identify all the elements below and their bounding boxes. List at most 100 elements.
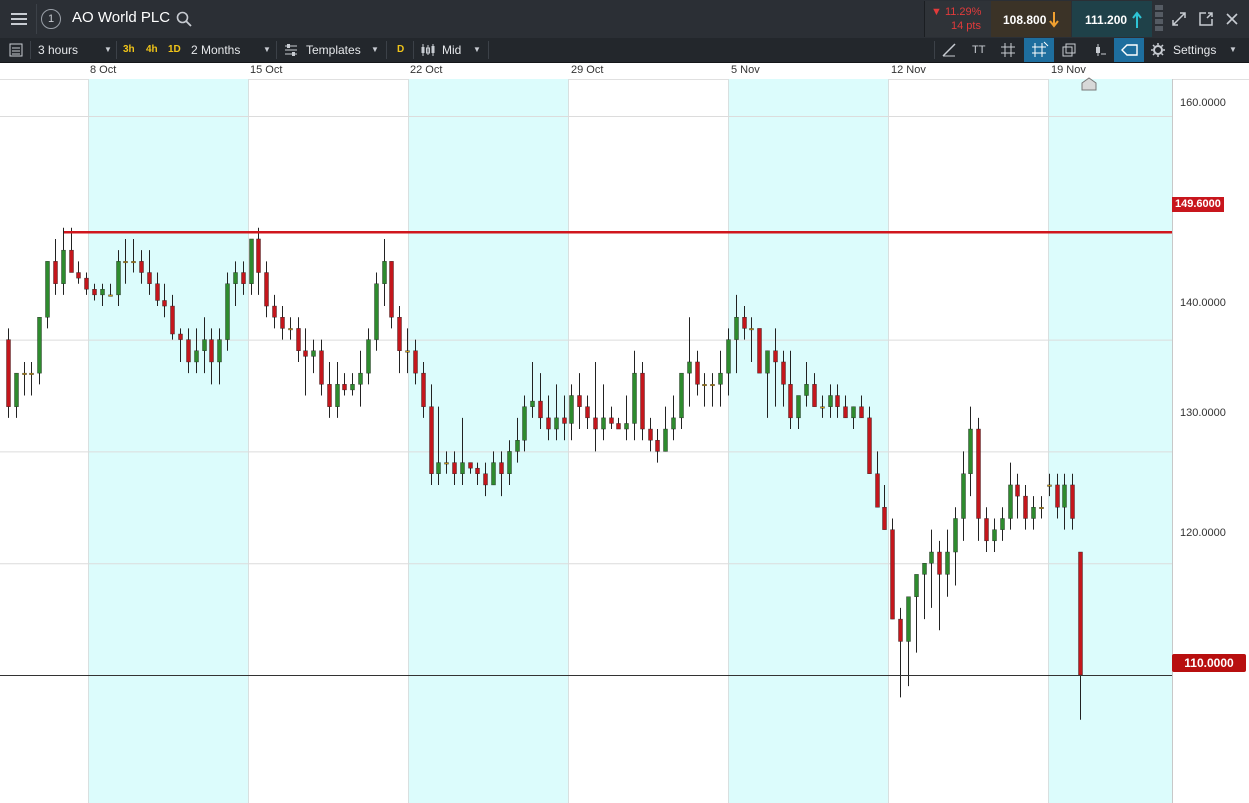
candle-body bbox=[452, 462, 457, 474]
date-label: 5 Nov bbox=[731, 64, 760, 76]
price-axis-label: 130.0000 bbox=[1180, 407, 1226, 419]
crosshair-grid-icon[interactable] bbox=[1024, 38, 1054, 62]
candle-body bbox=[522, 406, 527, 441]
current-price-tag: 110.0000 bbox=[1172, 654, 1246, 672]
candle-body bbox=[890, 529, 895, 620]
candle-body bbox=[92, 289, 97, 296]
candle-body bbox=[726, 339, 731, 374]
candle-body bbox=[100, 289, 105, 296]
divider bbox=[934, 41, 935, 59]
candle-body bbox=[609, 417, 614, 424]
d-button[interactable]: D bbox=[397, 38, 404, 62]
candle-body bbox=[773, 350, 778, 363]
candle-body bbox=[937, 551, 942, 575]
candle-body bbox=[389, 261, 394, 318]
candle-body bbox=[835, 395, 840, 407]
menu-icon[interactable] bbox=[8, 8, 30, 30]
candle-body bbox=[828, 395, 833, 407]
candle-body bbox=[69, 249, 74, 273]
depth-bars-icon[interactable] bbox=[1154, 3, 1164, 35]
candle-body bbox=[280, 317, 285, 329]
candle-body bbox=[335, 384, 340, 407]
candle-body bbox=[624, 423, 629, 430]
candle-body bbox=[475, 467, 480, 474]
candle-body bbox=[601, 417, 606, 430]
candle-body bbox=[249, 238, 254, 284]
candle-body bbox=[460, 462, 465, 474]
price-chart[interactable] bbox=[0, 79, 1249, 803]
date-label: 15 Oct bbox=[250, 64, 283, 76]
candle-body bbox=[296, 328, 301, 351]
price-type-select[interactable]: Mid bbox=[442, 38, 461, 62]
expand-icon[interactable] bbox=[1171, 11, 1187, 32]
change-percent: ▼ 11.29% bbox=[931, 6, 982, 18]
candle-body bbox=[765, 350, 770, 374]
text-tool-button[interactable]: TT bbox=[972, 38, 985, 62]
candle-body bbox=[992, 529, 997, 542]
scroll-marker-icon[interactable] bbox=[1081, 77, 1097, 96]
interval-select[interactable]: 3 hours bbox=[38, 38, 78, 62]
candle-body bbox=[718, 372, 723, 385]
quick-3h-button[interactable]: 3h bbox=[123, 38, 135, 62]
candle-body bbox=[812, 384, 817, 407]
list-icon[interactable] bbox=[9, 43, 23, 62]
gear-icon[interactable] bbox=[1151, 43, 1165, 62]
candle-body bbox=[914, 574, 919, 597]
candle-body bbox=[155, 283, 160, 301]
candle-body bbox=[710, 384, 715, 387]
top-bar: 1 AO World PLC ▼ 11.29% 14 pts 108.800 1… bbox=[0, 0, 1249, 39]
candle-body bbox=[663, 428, 668, 452]
quick-4h-button[interactable]: 4h bbox=[146, 38, 158, 62]
candle-body bbox=[961, 473, 966, 519]
candle-body bbox=[820, 406, 825, 409]
templates-icon bbox=[284, 43, 298, 62]
close-icon[interactable] bbox=[1225, 12, 1239, 31]
templates-select[interactable]: Templates bbox=[306, 38, 361, 62]
candle-body bbox=[358, 372, 363, 385]
indicator-icon[interactable] bbox=[1092, 42, 1108, 63]
candle-body bbox=[804, 384, 809, 396]
candle-body bbox=[241, 272, 246, 284]
candle-body bbox=[671, 417, 676, 430]
divider bbox=[386, 41, 387, 59]
popout-icon[interactable] bbox=[1198, 11, 1214, 32]
change-points: 14 pts bbox=[951, 20, 981, 32]
candle-body bbox=[264, 272, 269, 307]
candle-body bbox=[303, 350, 308, 357]
candle-body bbox=[554, 417, 559, 430]
layers-icon[interactable] bbox=[1061, 42, 1077, 63]
candle-body bbox=[22, 372, 27, 375]
candle-body bbox=[217, 339, 222, 363]
candle-body bbox=[953, 518, 958, 553]
grid-icon[interactable] bbox=[1001, 43, 1015, 62]
candle-body bbox=[648, 428, 653, 441]
price-axis-label: 160.0000 bbox=[1180, 97, 1226, 109]
date-label: 29 Oct bbox=[571, 64, 604, 76]
draw-line-icon[interactable] bbox=[941, 42, 957, 63]
info-badge-icon[interactable]: 1 bbox=[41, 9, 61, 29]
candle-body bbox=[734, 317, 739, 340]
candle-body bbox=[288, 328, 293, 331]
settings-button[interactable]: Settings bbox=[1173, 38, 1216, 62]
buy-button[interactable]: 111.200 bbox=[1072, 1, 1152, 37]
candle-body bbox=[123, 261, 128, 264]
tag-icon[interactable] bbox=[1114, 38, 1144, 62]
candle-body bbox=[1078, 551, 1083, 676]
candle-body bbox=[562, 417, 567, 424]
candle-body bbox=[616, 423, 621, 430]
search-icon[interactable] bbox=[176, 11, 192, 32]
candle-body bbox=[749, 328, 754, 331]
candle-body bbox=[374, 283, 379, 340]
candle-body bbox=[499, 462, 504, 474]
sell-button[interactable]: 108.800 bbox=[991, 1, 1071, 37]
range-select[interactable]: 2 Months bbox=[191, 38, 240, 62]
candles-icon bbox=[420, 43, 436, 62]
candle-body bbox=[29, 372, 34, 375]
quick-1d-button[interactable]: 1D bbox=[168, 38, 181, 62]
horizontal-line-tag[interactable]: 149.6000 bbox=[1172, 197, 1224, 212]
candle-body bbox=[233, 272, 238, 284]
candle-body bbox=[655, 440, 660, 452]
candle-body bbox=[468, 462, 473, 469]
date-label: 19 Nov bbox=[1051, 64, 1086, 76]
candle-body bbox=[507, 451, 512, 474]
